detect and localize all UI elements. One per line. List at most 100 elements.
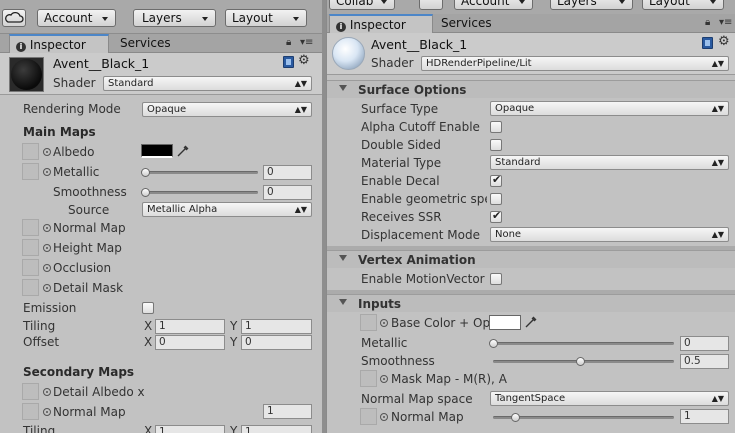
emission-checkbox[interactable] bbox=[142, 302, 154, 314]
secondary-maps-heading: Secondary Maps bbox=[23, 365, 135, 379]
object-picker-icon[interactable] bbox=[43, 408, 51, 416]
eyedropper-icon[interactable] bbox=[524, 315, 538, 329]
vertex-animation-header[interactable]: Vertex Animation bbox=[327, 250, 735, 268]
receives-ssr-checkbox[interactable]: ✔ bbox=[490, 209, 502, 223]
metallic-texture-slot[interactable] bbox=[22, 163, 39, 180]
offset-y-field[interactable]: 0 bbox=[241, 335, 312, 350]
caret-down-icon bbox=[381, 0, 387, 4]
menu-icon[interactable]: ▾≡ bbox=[300, 37, 313, 48]
menu-icon[interactable]: ▾≡ bbox=[719, 17, 732, 28]
secondary-normal-map-label: Normal Map bbox=[53, 405, 126, 419]
shader-value: Standard bbox=[108, 78, 154, 89]
smoothness-slider-knob[interactable] bbox=[576, 357, 585, 366]
surface-type-value: Opaque bbox=[495, 103, 535, 114]
surface-options-header[interactable]: Surface Options bbox=[327, 80, 735, 98]
double-sided-checkbox[interactable] bbox=[490, 139, 502, 151]
mask-map-slot[interactable] bbox=[360, 370, 377, 387]
object-picker-icon[interactable] bbox=[43, 264, 51, 272]
secondary-tiling-x-field[interactable]: 1 bbox=[155, 425, 225, 433]
normal-map-slider-track[interactable] bbox=[493, 416, 674, 419]
tab-services[interactable]: Services bbox=[114, 34, 177, 53]
geometric-specular-checkbox[interactable] bbox=[490, 193, 502, 205]
normal-map-slot[interactable] bbox=[360, 408, 377, 425]
tab-inspector[interactable]: i Inspector bbox=[329, 14, 433, 33]
detail-albedo-slot[interactable] bbox=[22, 383, 39, 400]
object-picker-icon[interactable] bbox=[43, 244, 51, 252]
smoothness-value-field[interactable]: 0 bbox=[263, 185, 312, 200]
detail-mask-slot[interactable] bbox=[22, 279, 39, 296]
tab-inspector[interactable]: i Inspector bbox=[9, 34, 109, 53]
collab-dropdown[interactable]: Collab bbox=[329, 0, 395, 10]
eyedropper-icon[interactable] bbox=[176, 144, 190, 158]
layers-dropdown[interactable]: Layers bbox=[133, 9, 216, 27]
metallic-slider-track[interactable] bbox=[493, 342, 674, 345]
lock-icon[interactable]: 🔒︎ bbox=[705, 17, 710, 28]
occlusion-slot[interactable] bbox=[22, 259, 39, 276]
normal-map-space-dropdown[interactable]: TangentSpace ▲▼ bbox=[490, 391, 729, 406]
occlusion-label: Occlusion bbox=[53, 261, 112, 275]
normal-map-value-field[interactable]: 1 bbox=[680, 409, 729, 424]
albedo-texture-slot[interactable] bbox=[22, 143, 39, 160]
shader-dropdown[interactable]: HDRenderPipeline/Lit ▲▼ bbox=[421, 56, 729, 71]
alpha-cutoff-checkbox[interactable] bbox=[490, 121, 502, 133]
checkmark-icon: ✔ bbox=[492, 209, 502, 222]
foldout-arrow-icon bbox=[339, 255, 347, 261]
secondary-tiling-y-field[interactable]: 1 bbox=[241, 425, 312, 433]
layout-dropdown[interactable]: Layout bbox=[225, 9, 307, 27]
secondary-normal-value-field[interactable]: 1 bbox=[263, 404, 312, 419]
lock-icon[interactable]: 🔒︎ bbox=[286, 37, 291, 48]
smoothness-slider-track[interactable] bbox=[144, 191, 258, 194]
metallic-value-field[interactable]: 0 bbox=[263, 165, 312, 180]
object-picker-icon[interactable] bbox=[43, 388, 51, 396]
layers-dropdown[interactable]: Layers bbox=[550, 0, 633, 10]
enable-decal-checkbox[interactable]: ✔ bbox=[490, 173, 502, 187]
material-type-label: Material Type bbox=[361, 156, 442, 170]
help-book-icon[interactable] bbox=[702, 37, 713, 49]
object-picker-icon[interactable] bbox=[380, 319, 388, 327]
smoothness-slider-knob[interactable] bbox=[141, 188, 150, 197]
base-color-map-slot[interactable] bbox=[360, 314, 377, 331]
cloud-button[interactable] bbox=[419, 0, 443, 10]
gear-icon[interactable]: ⚙ bbox=[298, 54, 310, 67]
tab-services[interactable]: Services bbox=[435, 14, 498, 33]
shader-dropdown[interactable]: Standard ▲▼ bbox=[103, 76, 312, 91]
cloud-button[interactable] bbox=[2, 9, 26, 27]
smoothness-value-field[interactable]: 0.5 bbox=[680, 354, 729, 369]
gear-icon[interactable]: ⚙ bbox=[718, 35, 730, 48]
displacement-mode-dropdown[interactable]: None ▲▼ bbox=[490, 227, 729, 242]
metallic-value-field[interactable]: 0 bbox=[680, 336, 729, 351]
account-dropdown[interactable]: Account bbox=[37, 9, 116, 27]
object-picker-icon[interactable] bbox=[43, 168, 51, 176]
metallic-slider-knob[interactable] bbox=[141, 168, 150, 177]
surface-type-label: Surface Type bbox=[361, 102, 439, 116]
base-color-swatch[interactable] bbox=[489, 315, 521, 330]
tiling-y-field[interactable]: 1 bbox=[241, 319, 312, 334]
object-picker-icon[interactable] bbox=[380, 413, 388, 421]
surface-type-dropdown[interactable]: Opaque ▲▼ bbox=[490, 101, 729, 116]
rendering-mode-dropdown[interactable]: Opaque ▲▼ bbox=[142, 102, 312, 117]
dropdown-arrow-icon: ▲▼ bbox=[711, 59, 724, 68]
metallic-slider-knob[interactable] bbox=[489, 339, 498, 348]
normal-map-slider-knob[interactable] bbox=[511, 413, 520, 422]
inputs-header[interactable]: Inputs bbox=[327, 294, 735, 312]
object-picker-icon[interactable] bbox=[43, 284, 51, 292]
normal-map-slot[interactable] bbox=[22, 219, 39, 236]
account-dropdown[interactable]: Account bbox=[454, 0, 533, 10]
motion-vector-checkbox[interactable] bbox=[490, 273, 502, 285]
object-picker-icon[interactable] bbox=[43, 224, 51, 232]
layout-dropdown[interactable]: Layout bbox=[642, 0, 724, 10]
layout-label: Layout bbox=[649, 0, 690, 8]
height-map-slot[interactable] bbox=[22, 239, 39, 256]
offset-x-label: X bbox=[144, 335, 153, 349]
secondary-normal-map-slot[interactable] bbox=[22, 403, 39, 420]
object-picker-icon[interactable] bbox=[43, 148, 51, 156]
metallic-slider-track[interactable] bbox=[144, 171, 258, 174]
help-book-icon[interactable] bbox=[283, 56, 294, 68]
object-picker-icon[interactable] bbox=[380, 375, 388, 383]
offset-x-field[interactable]: 0 bbox=[155, 335, 225, 350]
source-dropdown[interactable]: Metallic Alpha ▲▼ bbox=[142, 202, 312, 217]
material-type-dropdown[interactable]: Standard ▲▼ bbox=[490, 155, 729, 170]
tiling-x-field[interactable]: 1 bbox=[155, 319, 225, 334]
main-maps-heading: Main Maps bbox=[23, 125, 96, 139]
albedo-color-swatch[interactable] bbox=[141, 144, 173, 158]
